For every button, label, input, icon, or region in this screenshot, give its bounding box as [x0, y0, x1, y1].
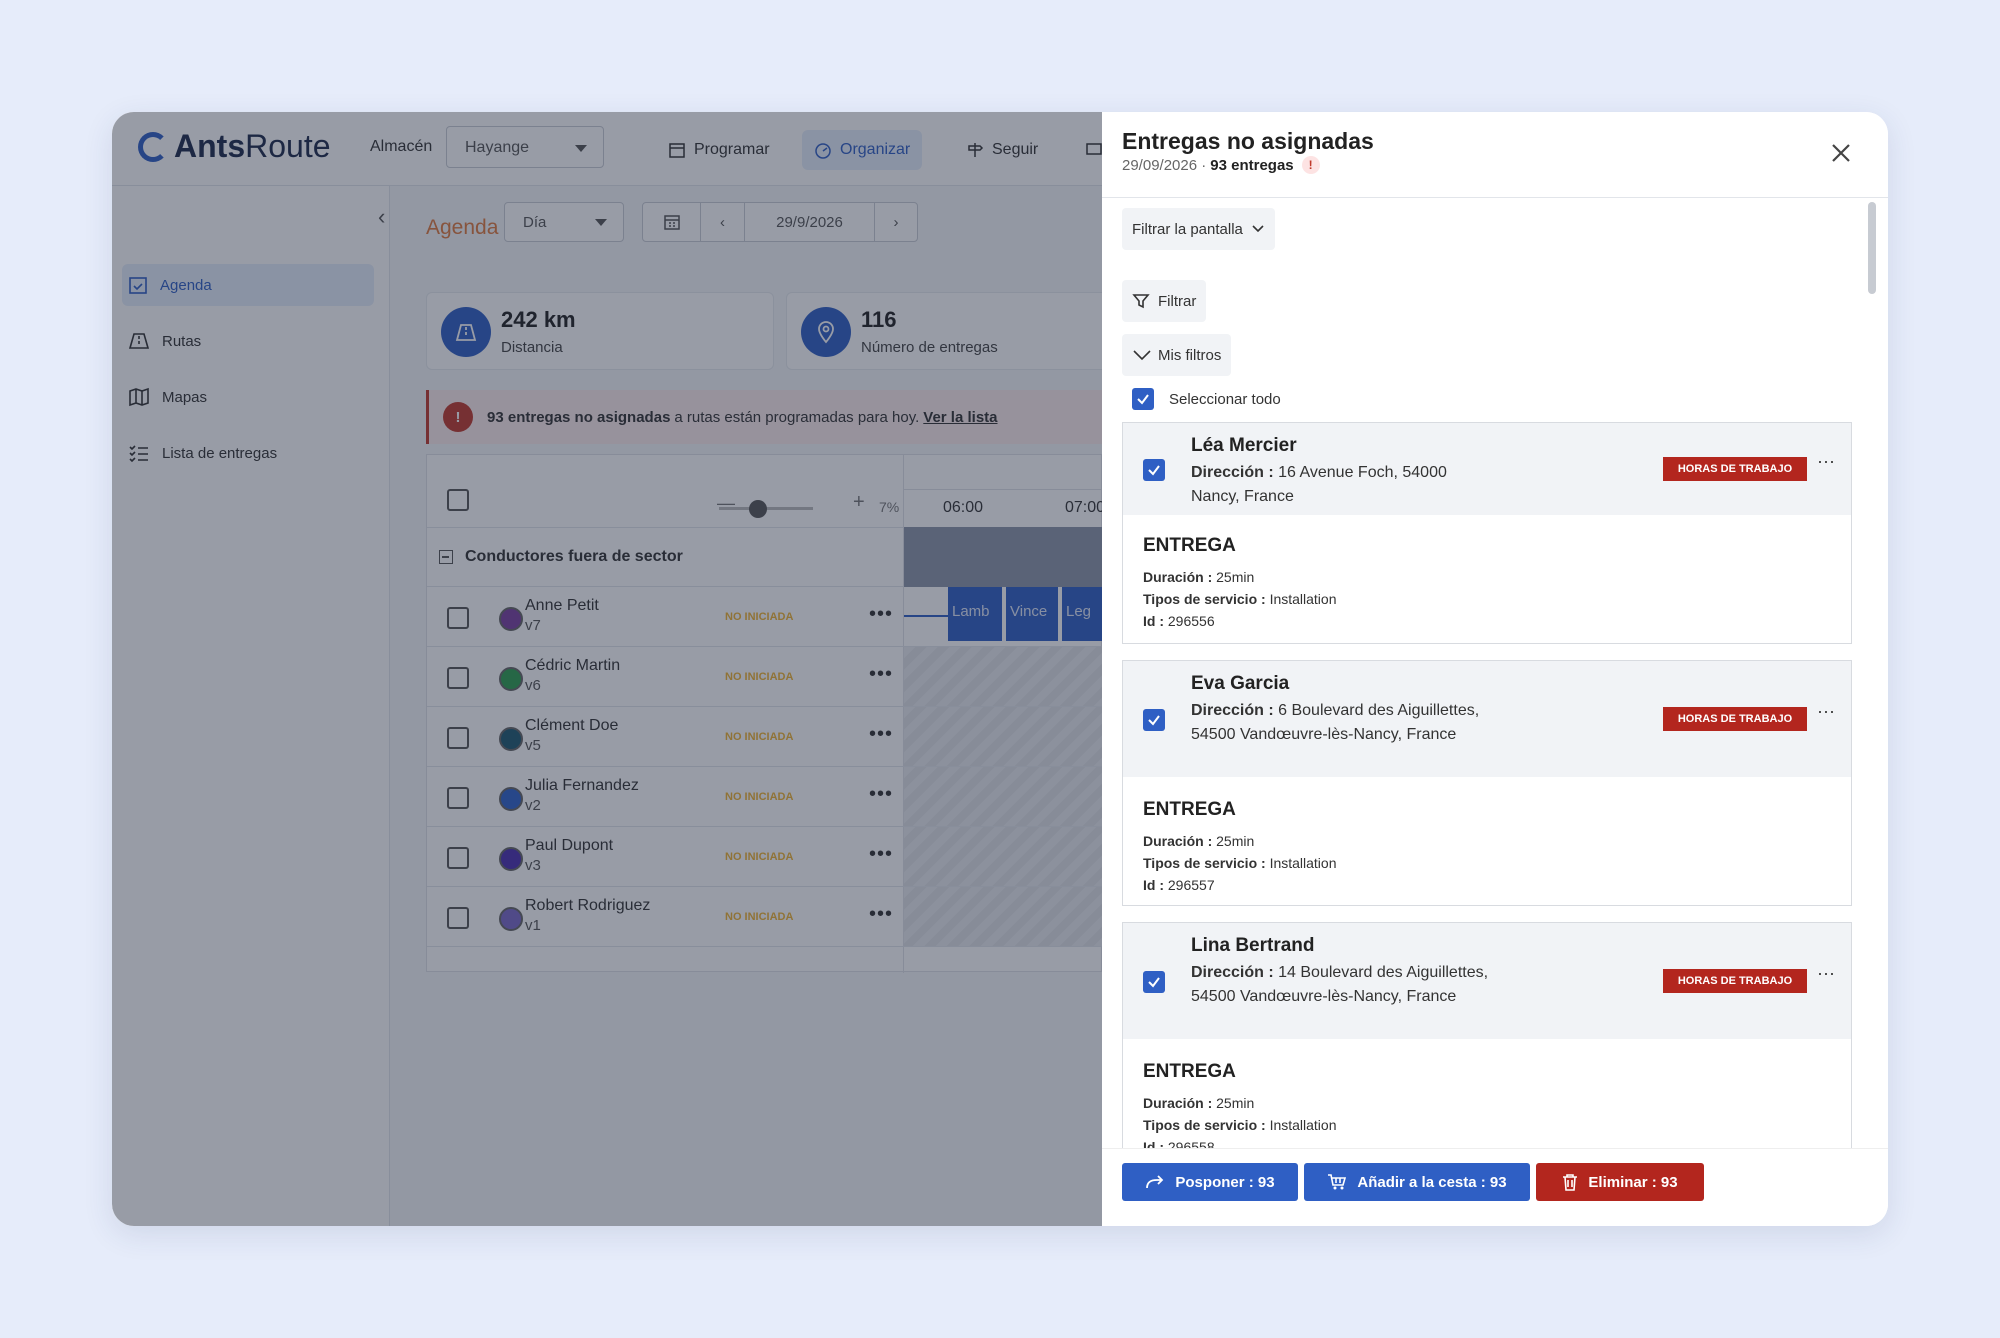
panel-header-divider	[1102, 197, 1888, 198]
duration-label: Duración :	[1143, 1095, 1213, 1111]
filter-icon	[1132, 294, 1150, 309]
add-to-basket-button[interactable]: Añadir a la cesta : 93	[1304, 1163, 1530, 1201]
duration: Duración : 25min	[1143, 1095, 1254, 1111]
delivery-card[interactable]: Lina Bertrand Dirección : 14 Boulevard d…	[1122, 922, 1852, 1148]
delivery-card-header: Lina Bertrand Dirección : 14 Boulevard d…	[1123, 923, 1851, 1039]
add-to-basket-label: Añadir a la cesta : 93	[1357, 1173, 1507, 1191]
id-label: Id :	[1143, 877, 1164, 893]
unassigned-deliveries-panel: Entregas no asignadas 29/09/2026 · 93 en…	[1102, 112, 1888, 1226]
service-label: Tipos de servicio :	[1143, 855, 1266, 871]
duration-value: 25min	[1216, 1095, 1255, 1111]
delivery-type: ENTREGA	[1143, 535, 1236, 556]
duration: Duración : 25min	[1143, 569, 1254, 585]
redirect-arrow-icon	[1146, 1175, 1164, 1189]
service-type: Tipos de servicio : Installation	[1143, 1117, 1337, 1133]
duration-label: Duración :	[1143, 833, 1213, 849]
cart-icon	[1328, 1174, 1347, 1190]
duration-label: Duración :	[1143, 569, 1213, 585]
trash-icon	[1563, 1174, 1578, 1191]
card-more-icon[interactable]: ···	[1817, 963, 1835, 984]
service-type: Tipos de servicio : Installation	[1143, 591, 1337, 607]
customer-address: Dirección : 14 Boulevard des Aiguillette…	[1191, 961, 1491, 1009]
customer-address: Dirección : 6 Boulevard des Aiguillettes…	[1191, 699, 1491, 747]
id-value: 296557	[1167, 877, 1215, 893]
postpone-button[interactable]: Posponer : 93	[1122, 1163, 1298, 1201]
filter-screen-button[interactable]: Filtrar la pantalla	[1122, 208, 1275, 250]
panel-count: 93 entregas	[1210, 156, 1294, 174]
panel-date: 29/09/2026 ·	[1122, 156, 1207, 174]
postpone-label: Posponer : 93	[1175, 1173, 1275, 1191]
service-label: Tipos de servicio :	[1143, 1117, 1266, 1133]
select-all[interactable]: Seleccionar todo	[1132, 388, 1281, 410]
customer-name: Eva Garcia	[1191, 673, 1290, 694]
main-app: Ants Route Almacén Hayange Programar Orga…	[112, 112, 1116, 1226]
service-label: Tipos de servicio :	[1143, 591, 1266, 607]
address-label: Dirección :	[1191, 464, 1274, 481]
panel-subtitle: 29/09/2026 · 93 entregas !	[1122, 156, 1320, 174]
service-value: Installation	[1269, 1117, 1337, 1133]
chevron-down-icon	[1133, 350, 1151, 361]
delivery-id: Id : 296558	[1143, 1139, 1215, 1148]
working-hours-badge: HORAS DE TRABAJO	[1663, 707, 1807, 731]
panel-scrollbar[interactable]	[1868, 202, 1876, 294]
delivery-card-header: Eva Garcia Dirección : 6 Boulevard des A…	[1123, 661, 1851, 777]
chevron-down-icon	[1252, 225, 1264, 233]
working-hours-badge: HORAS DE TRABAJO	[1663, 457, 1807, 481]
panel-footer: Posponer : 93 Añadir a la cesta : 93 Eli…	[1102, 1148, 1888, 1226]
customer-name: Léa Mercier	[1191, 435, 1297, 456]
customer-address: Dirección : 16 Avenue Foch, 54000 Nancy,…	[1191, 461, 1491, 509]
duration-value: 25min	[1216, 833, 1255, 849]
delivery-card-header: Léa Mercier Dirección : 16 Avenue Foch, …	[1123, 423, 1851, 515]
id-value: 296558	[1167, 1139, 1215, 1148]
address-label: Dirección :	[1191, 964, 1274, 981]
id-label: Id :	[1143, 1139, 1164, 1148]
service-type: Tipos de servicio : Installation	[1143, 855, 1337, 871]
service-value: Installation	[1269, 591, 1337, 607]
my-filters-label: Mis filtros	[1158, 346, 1222, 364]
customer-name: Lina Bertrand	[1191, 935, 1315, 956]
card-more-icon[interactable]: ···	[1817, 451, 1835, 472]
duration-value: 25min	[1216, 569, 1255, 585]
delivery-checkbox[interactable]	[1143, 971, 1165, 993]
delete-label: Eliminar : 93	[1588, 1173, 1678, 1191]
app-window: Ants Route Almacén Hayange Programar Orga…	[112, 112, 1888, 1226]
delete-button[interactable]: Eliminar : 93	[1536, 1163, 1704, 1201]
working-hours-badge: HORAS DE TRABAJO	[1663, 969, 1807, 993]
delivery-checkbox[interactable]	[1143, 709, 1165, 731]
delivery-id: Id : 296557	[1143, 877, 1215, 893]
id-label: Id :	[1143, 613, 1164, 629]
warning-icon: !	[1301, 156, 1320, 174]
service-value: Installation	[1269, 855, 1337, 871]
delivery-type: ENTREGA	[1143, 799, 1236, 820]
delivery-id: Id : 296556	[1143, 613, 1215, 629]
duration: Duración : 25min	[1143, 833, 1254, 849]
delivery-card[interactable]: Léa Mercier Dirección : 16 Avenue Foch, …	[1122, 422, 1852, 644]
panel-title: Entregas no asignadas	[1122, 128, 1374, 154]
modal-backdrop[interactable]	[112, 112, 1102, 1226]
filter-label: Filtrar	[1158, 292, 1197, 310]
delivery-card[interactable]: Eva Garcia Dirección : 6 Boulevard des A…	[1122, 660, 1852, 906]
select-all-checkbox[interactable]	[1132, 388, 1154, 410]
select-all-label: Seleccionar todo	[1169, 390, 1281, 408]
address-label: Dirección :	[1191, 702, 1274, 719]
filter-screen-label: Filtrar la pantalla	[1132, 220, 1243, 238]
delivery-type: ENTREGA	[1143, 1061, 1236, 1082]
delivery-checkbox[interactable]	[1143, 459, 1165, 481]
filter-button[interactable]: Filtrar	[1122, 280, 1207, 322]
my-filters-toggle[interactable]: Mis filtros	[1122, 334, 1232, 376]
card-more-icon[interactable]: ···	[1817, 701, 1835, 722]
id-value: 296556	[1167, 613, 1215, 629]
close-icon[interactable]	[1828, 140, 1854, 166]
